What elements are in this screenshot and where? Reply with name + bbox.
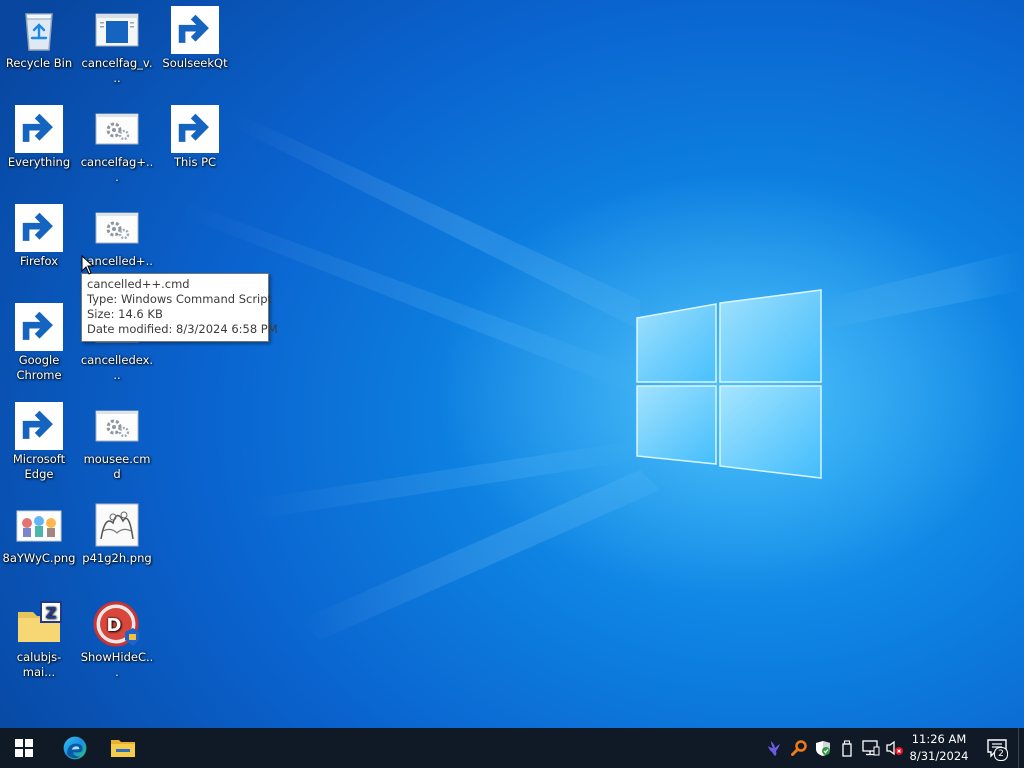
desktop-icon-everything[interactable]: Everything [1, 105, 77, 170]
tooltip-file-type: Type: Windows Command Script [87, 292, 273, 306]
desktop-icon-label: This PC [173, 155, 217, 169]
desktop-icon-label: mousee.cmd [83, 452, 151, 481]
show-desktop-button[interactable] [1018, 728, 1024, 768]
desktop-icon-recycle-bin[interactable]: Recycle Bin [1, 6, 77, 71]
chrome-icon [15, 303, 63, 351]
desktop-icon-label: 8aYWyC.png [2, 551, 76, 565]
desktop-icon-label: calubjs-mai... [16, 650, 62, 679]
desktop-icon-firefox[interactable]: Firefox [1, 204, 77, 269]
system-clock[interactable]: 11:26 AM 8/31/2024 [900, 731, 978, 765]
tooltip-date-modified: Date modified: 8/3/2024 6:58 PM [87, 322, 278, 336]
soulseek-tray-icon[interactable] [764, 738, 784, 758]
desktop-icon-label: SoulseekQt [162, 56, 228, 70]
desktop-icon-label: Microsoft Edge [12, 452, 66, 481]
desktop-icon-p41g2h-png[interactable]: p41g2h.png [79, 501, 155, 566]
shortcut-arrow-icon [171, 105, 219, 153]
desktop-background[interactable]: Recycle Bin Everything Firefox Google Ch… [0, 0, 1024, 728]
cmd-script-gear-icon [93, 105, 141, 153]
taskbar: 11:26 AM 8/31/2024 2 [0, 728, 1024, 768]
recycle-bin-icon [15, 6, 63, 54]
shortcut-arrow-icon [171, 6, 219, 54]
file-info-tooltip: cancelled++.cmd Type: Windows Command Sc… [81, 273, 278, 342]
zip-folder-icon: Z [15, 600, 63, 648]
desktop-icon-label: cancelledex... [80, 353, 154, 382]
action-center-button[interactable]: 2 [978, 728, 1016, 768]
desktop-icon-cancelfag-v[interactable]: cancelfag_v... [79, 6, 155, 86]
desktop-icon-cancelfag-plus[interactable]: cancelfag+... [79, 105, 155, 185]
desktop-icon-calubjs-zip[interactable]: Z calubjs-mai... [1, 600, 77, 680]
desktop-icon-8aywyc-png[interactable]: 8aYWyC.png [1, 501, 77, 566]
edge-icon [63, 736, 87, 760]
desktop-icon-label: Recycle Bin [5, 56, 73, 70]
cmd-script-gear-icon [93, 204, 141, 252]
desktop-icon-label: Google Chrome [16, 353, 62, 382]
cmd-script-gear-icon [93, 402, 141, 450]
usb-device-icon[interactable] [837, 738, 857, 758]
this-pc-monitor-icon [171, 105, 219, 153]
shortcut-arrow-icon [15, 204, 63, 252]
desktop-icon-label: Everything [7, 155, 71, 169]
tooltip-file-name: cancelled++.cmd [87, 277, 190, 291]
svg-text:D: D [107, 615, 122, 636]
png-image-icon [15, 501, 63, 549]
soulseek-bird-icon [171, 6, 219, 54]
desktop-icon-label: cancelfag+... [80, 155, 154, 184]
everything-magnifier-icon [15, 105, 63, 153]
shortcut-arrow-icon [15, 402, 63, 450]
showhide-app-icon: D [93, 600, 141, 648]
everything-tray-icon[interactable] [789, 738, 809, 758]
desktop-icon-label: Firefox [19, 254, 59, 268]
notification-count-badge: 2 [994, 747, 1008, 761]
desktop-icon-microsoft-edge[interactable]: Microsoft Edge [1, 402, 77, 482]
svg-text:Z: Z [46, 604, 57, 622]
desktop-icon-label: p41g2h.png [82, 551, 152, 565]
file-explorer-icon [111, 740, 135, 757]
desktop-icon-label: ShowHideC... [80, 650, 154, 679]
desktop-icon-showhidec[interactable]: D ShowHideC... [79, 600, 155, 680]
defender-shield-icon[interactable] [813, 738, 833, 758]
taskbar-file-explorer-button[interactable] [99, 728, 147, 768]
clock-time: 11:26 AM [911, 732, 967, 746]
firefox-icon [15, 204, 63, 252]
start-button[interactable] [0, 728, 48, 768]
png-image-icon [93, 501, 141, 549]
document-window-icon [93, 6, 141, 54]
edge-icon [15, 402, 63, 450]
desktop-icon-soulseekqt[interactable]: SoulseekQt [157, 6, 233, 71]
tooltip-file-size: Size: 14.6 KB [87, 307, 163, 321]
desktop-icon-mousee-cmd[interactable]: mousee.cmd [79, 402, 155, 482]
shortcut-arrow-icon [15, 105, 63, 153]
start-windows-icon [15, 739, 33, 757]
desktop-icon-label: cancelfag_v... [81, 56, 153, 85]
clock-date: 8/31/2024 [909, 749, 969, 763]
mouse-pointer-icon [81, 255, 95, 275]
network-icon[interactable] [861, 738, 881, 758]
desktop-icon-this-pc[interactable]: This PC [157, 105, 233, 170]
desktop-icon-google-chrome[interactable]: Google Chrome [1, 303, 77, 383]
windows-logo-wallpaper-icon [636, 289, 822, 479]
shortcut-arrow-icon [15, 303, 63, 351]
taskbar-edge-button[interactable] [51, 728, 99, 768]
